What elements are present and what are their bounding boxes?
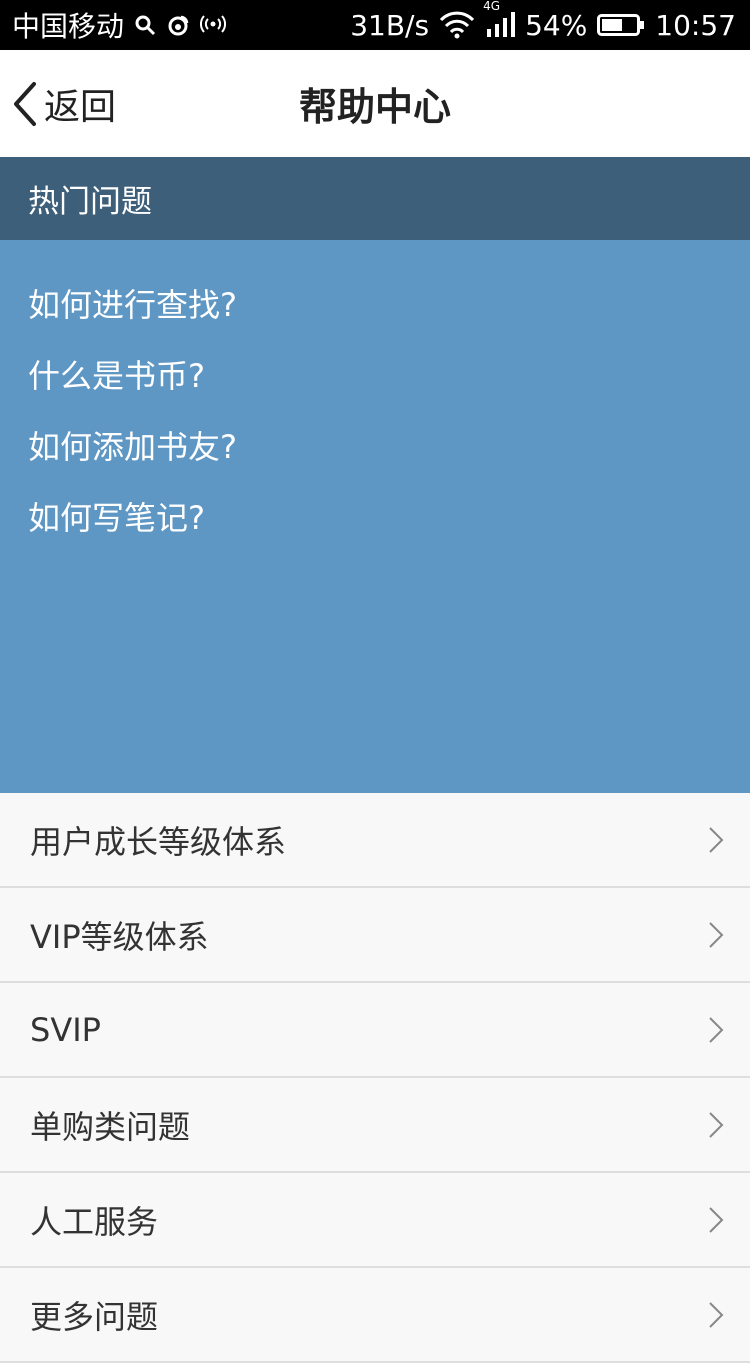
search-icon <box>134 14 156 36</box>
menu-item-single-purchase[interactable]: 单购类问题 <box>0 1078 750 1173</box>
back-label: 返回 <box>44 86 117 128</box>
hot-question-link[interactable]: 如何添加书友? <box>0 422 750 493</box>
menu-item-label: SVIP <box>30 1010 101 1049</box>
menu-item-label: VIP等级体系 <box>30 917 209 956</box>
hot-questions-panel: 如何进行查找? 什么是书币? 如何添加书友? 如何写笔记? <box>0 240 750 793</box>
carrier-label: 中国移动 <box>12 10 125 43</box>
menu-item-svip[interactable]: SVIP <box>0 983 750 1078</box>
cell-signal-icon: 4G <box>483 0 516 39</box>
battery-percent: 54% <box>525 8 588 42</box>
menu-item-label: 人工服务 <box>30 1202 159 1241</box>
hot-question-link[interactable]: 如何进行查找? <box>0 280 750 351</box>
status-right: 31B/s 4G 54% 10:57 <box>350 0 736 42</box>
status-left: 中国移动 <box>12 5 227 45</box>
hot-questions-header: 热门问题 <box>0 157 750 240</box>
menu-item-label: 单购类问题 <box>30 1107 191 1146</box>
menu-item-growth-levels[interactable]: 用户成长等级体系 <box>0 793 750 888</box>
network-speed: 31B/s <box>350 8 430 42</box>
menu-item-vip-levels[interactable]: VIP等级体系 <box>0 888 750 983</box>
chevron-right-icon <box>708 826 724 854</box>
menu-item-human-service[interactable]: 人工服务 <box>0 1173 750 1268</box>
help-menu-list: 用户成长等级体系 VIP等级体系 SVIP 单购类问题 人工服务 更多问题 <box>0 793 750 1363</box>
chevron-right-icon <box>708 1206 724 1234</box>
menu-item-label: 用户成长等级体系 <box>30 822 287 861</box>
chevron-right-icon <box>708 1016 724 1044</box>
chevron-left-icon <box>12 81 38 127</box>
chevron-right-icon <box>708 921 724 949</box>
back-button[interactable]: 返回 <box>12 50 116 157</box>
menu-item-label: 更多问题 <box>30 1297 159 1336</box>
hot-question-link[interactable]: 如何写笔记? <box>0 493 750 564</box>
battery-icon <box>597 13 645 37</box>
chevron-right-icon <box>708 1301 724 1329</box>
menu-item-more-questions[interactable]: 更多问题 <box>0 1268 750 1363</box>
clock: 10:57 <box>655 8 736 42</box>
navigation-bar: 返回 帮助中心 <box>0 50 750 157</box>
network-type: 4G <box>483 0 500 13</box>
hot-question-link[interactable]: 什么是书币? <box>0 351 750 422</box>
status-bar: 中国移动 31B/s 4G 54% 10:57 <box>0 0 750 50</box>
wifi-icon <box>439 11 475 39</box>
chevron-right-icon <box>708 1111 724 1139</box>
weibo-icon <box>166 13 190 37</box>
hotspot-icon <box>200 14 227 36</box>
